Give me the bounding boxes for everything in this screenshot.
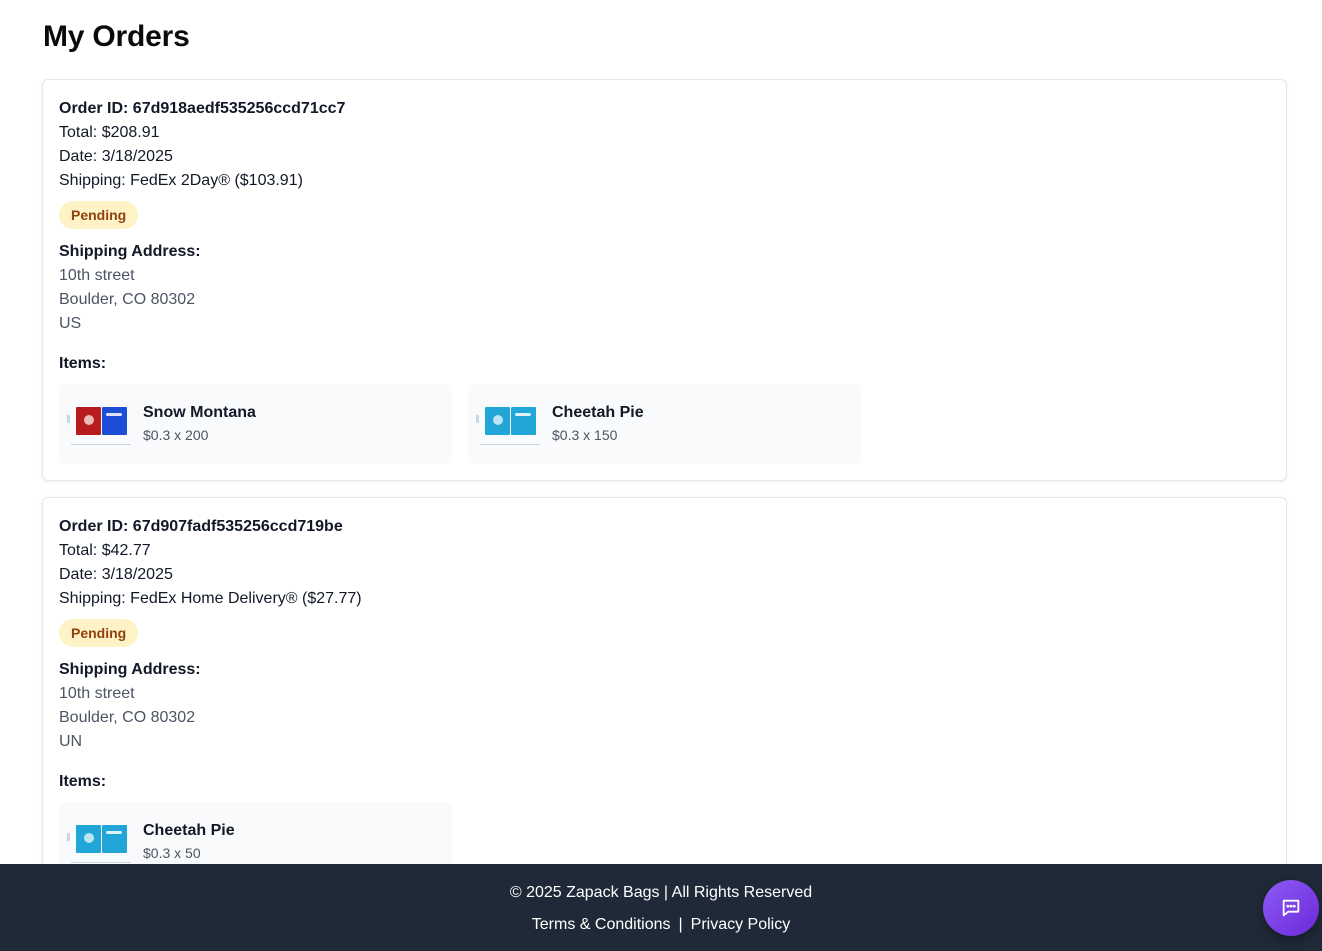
page-title: My Orders — [43, 20, 190, 53]
items-list: Snow Montana $0.3 x 200 Cheetah Pie $0.3… — [59, 384, 1270, 464]
footer-links: Terms & Conditions | Privacy Policy — [0, 915, 1322, 935]
order-card: Order ID: 67d907fadf535256ccd719be Total… — [42, 497, 1287, 864]
chat-icon — [1282, 899, 1300, 917]
order-id: Order ID: 67d918aedf535256ccd71cc7 — [59, 100, 346, 117]
status-badge: Pending — [59, 619, 139, 647]
item-name: Snow Montana — [143, 404, 256, 421]
orders-page: My Orders Order ID: 67d918aedf535256ccd7… — [0, 0, 1322, 951]
item-price: $0.3 x 150 — [552, 427, 618, 443]
footer-separator: | — [678, 916, 683, 933]
address-country: UN — [59, 733, 83, 750]
order-shipping: Shipping: FedEx Home Delivery® ($27.77) — [59, 590, 362, 607]
order-date: Date: 3/18/2025 — [59, 566, 173, 583]
items-label: Items: — [59, 355, 107, 372]
chat-button[interactable] — [1263, 880, 1319, 936]
main-content[interactable]: My Orders Order ID: 67d918aedf535256ccd7… — [0, 0, 1322, 864]
copyright-text: © 2025 Zapack Bags | All Rights Reserved — [509, 884, 813, 901]
order-item[interactable]: Cheetah Pie $0.3 x 150 — [468, 384, 861, 464]
order-id: Order ID: 67d907fadf535256ccd719be — [59, 518, 343, 535]
item-name: Cheetah Pie — [552, 404, 644, 421]
order-total: Total: $42.77 — [59, 542, 151, 559]
status-badge: Pending — [59, 201, 139, 229]
items-label: Items: — [59, 773, 107, 790]
address-city: Boulder, CO 80302 — [59, 291, 196, 308]
order-date: Date: 3/18/2025 — [59, 148, 173, 165]
product-thumbnail — [67, 821, 131, 863]
item-price: $0.3 x 50 — [143, 845, 201, 861]
order-item[interactable]: Cheetah Pie $0.3 x 50 — [59, 802, 452, 864]
shipping-address-label: Shipping Address: — [59, 243, 201, 260]
order-total: Total: $208.91 — [59, 124, 160, 141]
shipping-address-label: Shipping Address: — [59, 661, 201, 678]
items-list: Cheetah Pie $0.3 x 50 — [59, 802, 1270, 864]
address-street: 10th street — [59, 685, 135, 702]
site-footer: © 2025 Zapack Bags | All Rights Reserved… — [0, 864, 1322, 951]
address-street: 10th street — [59, 267, 135, 284]
product-thumbnail — [67, 403, 131, 445]
terms-link[interactable]: Terms & Conditions — [532, 916, 671, 933]
order-item[interactable]: Snow Montana $0.3 x 200 — [59, 384, 452, 464]
address-country: US — [59, 315, 82, 332]
item-price: $0.3 x 200 — [143, 427, 209, 443]
address-city: Boulder, CO 80302 — [59, 709, 196, 726]
privacy-link[interactable]: Privacy Policy — [691, 916, 791, 933]
order-card: Order ID: 67d918aedf535256ccd71cc7 Total… — [42, 79, 1287, 481]
product-thumbnail — [476, 403, 540, 445]
item-name: Cheetah Pie — [143, 822, 235, 839]
order-shipping: Shipping: FedEx 2Day® ($103.91) — [59, 172, 303, 189]
